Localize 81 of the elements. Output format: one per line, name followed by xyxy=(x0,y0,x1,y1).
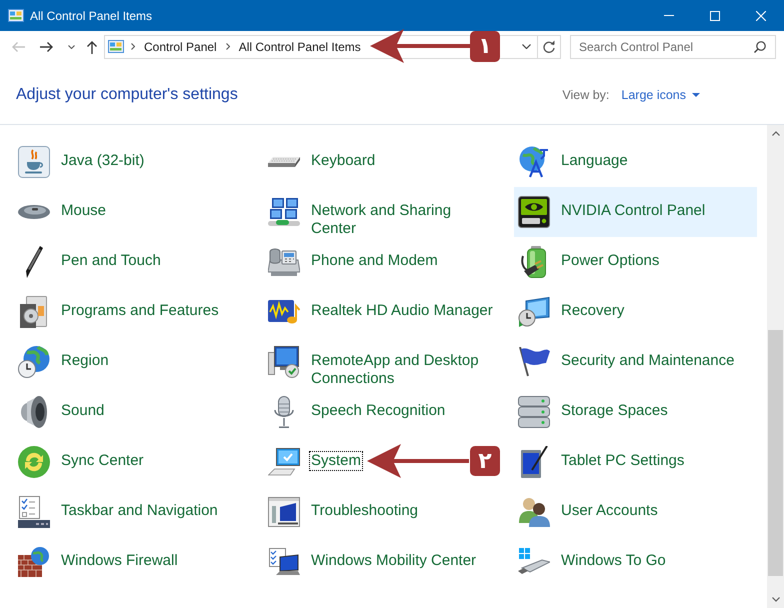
chevron-down-icon xyxy=(772,597,780,602)
control-panel-item[interactable]: Phone and Modem xyxy=(264,237,507,287)
control-panel-item[interactable]: Sound xyxy=(14,387,257,437)
step-badge: ۲ xyxy=(470,446,500,476)
back-arrow-icon xyxy=(11,40,25,52)
breadcrumb[interactable]: All Control Panel Items xyxy=(234,40,366,54)
control-panel-item[interactable]: NVIDIA Control Panel xyxy=(514,187,757,237)
sync-icon xyxy=(18,446,50,478)
control-panel-item[interactable]: Programs and Features xyxy=(14,287,257,337)
minimize-icon xyxy=(664,15,674,16)
control-panel-item[interactable]: Windows Firewall xyxy=(14,537,257,587)
control-panel-item[interactable]: Keyboard xyxy=(264,137,507,187)
search-field[interactable]: Search Control Panel xyxy=(570,34,776,58)
control-panel-icon xyxy=(8,9,24,22)
control-panel-item[interactable]: Network and Sharing Center xyxy=(264,187,507,237)
pen-icon xyxy=(25,246,43,278)
step-badge: ۱ xyxy=(470,31,500,62)
close-icon xyxy=(756,10,766,20)
laptop-checklist-icon xyxy=(268,548,300,576)
monitor-clock-icon xyxy=(518,297,550,327)
keyboard-icon xyxy=(268,157,300,167)
phone-icon xyxy=(268,248,300,276)
window-title: All Control Panel Items xyxy=(30,8,152,22)
control-panel-icon xyxy=(108,40,124,53)
control-panel-item[interactable]: Pen and Touch xyxy=(14,237,257,287)
two-people-icon xyxy=(518,497,550,527)
scrollbar-thumb[interactable] xyxy=(768,330,783,576)
battery-plug-icon xyxy=(521,246,547,278)
breadcrumb[interactable]: Control Panel xyxy=(139,40,222,54)
control-panel-item[interactable]: Taskbar and Navigation xyxy=(14,487,257,537)
window-monitor-icon xyxy=(268,497,300,527)
search-icon xyxy=(754,40,766,52)
mouse-icon xyxy=(18,205,50,219)
globe-letter-icon xyxy=(519,146,549,178)
refresh-icon xyxy=(543,40,555,53)
control-panel-item[interactable]: User Accounts xyxy=(514,487,757,537)
control-panel-item[interactable]: Recovery xyxy=(514,287,757,337)
control-panel-item[interactable]: Java (32-bit) xyxy=(14,137,257,187)
control-panel-item[interactable]: Security and Maintenance xyxy=(514,337,757,387)
control-panel-item[interactable]: Troubleshooting xyxy=(264,487,507,537)
speaker-icon xyxy=(21,396,47,428)
view-mode-dropdown[interactable]: Large icons xyxy=(621,88,700,102)
chevron-right-icon xyxy=(131,43,135,50)
chevron-down-icon xyxy=(68,44,74,48)
chevron-up-icon xyxy=(772,131,780,136)
tablet-pen-icon xyxy=(520,446,548,478)
remote-monitor-icon xyxy=(268,346,300,378)
chevron-down-icon xyxy=(522,44,530,49)
taskbar-checklist-icon xyxy=(18,496,50,528)
control-panel-item[interactable]: Storage Spaces xyxy=(514,387,757,437)
software-box-icon xyxy=(20,296,48,328)
scrollbar[interactable] xyxy=(767,125,784,608)
usb-drive-icon xyxy=(518,548,550,576)
control-panel-item[interactable]: Tablet PC Settings xyxy=(514,437,757,487)
control-panel-item[interactable]: Mouse xyxy=(14,187,257,237)
control-panel-item[interactable]: Windows To Go xyxy=(514,537,757,587)
maximize-icon xyxy=(710,10,720,20)
caret-down-icon xyxy=(692,92,700,96)
network-icon xyxy=(268,198,300,226)
control-panel-item[interactable]: Region xyxy=(14,337,257,387)
flag-icon xyxy=(518,347,550,377)
control-panel-item[interactable]: Realtek HD Audio Manager xyxy=(264,287,507,337)
microphone-icon xyxy=(274,396,294,428)
control-panel-item[interactable]: Power Options xyxy=(514,237,757,287)
computer-icon xyxy=(268,448,300,476)
brick-wall-globe-icon xyxy=(18,547,50,577)
control-panel-item[interactable]: Sync Center xyxy=(14,437,257,487)
coffee-cup-icon xyxy=(18,146,50,178)
control-panel-item[interactable]: Windows Mobility Center xyxy=(264,537,507,587)
control-panel-item[interactable]: Speech Recognition xyxy=(264,387,507,437)
drive-stack-icon xyxy=(518,396,550,428)
up-arrow-icon xyxy=(86,40,98,54)
audio-wave-icon xyxy=(268,300,300,324)
view-by-label: View by: xyxy=(562,88,610,102)
globe-clock-icon xyxy=(18,346,50,378)
page-heading: Adjust your computer's settings xyxy=(16,86,238,104)
chevron-right-icon xyxy=(226,43,230,50)
forward-arrow-icon xyxy=(40,40,54,52)
control-panel-item[interactable]: Language xyxy=(514,137,757,187)
control-panel-item[interactable]: RemoteApp and Desktop Connections xyxy=(264,337,507,387)
eye-tile-icon xyxy=(518,196,550,228)
